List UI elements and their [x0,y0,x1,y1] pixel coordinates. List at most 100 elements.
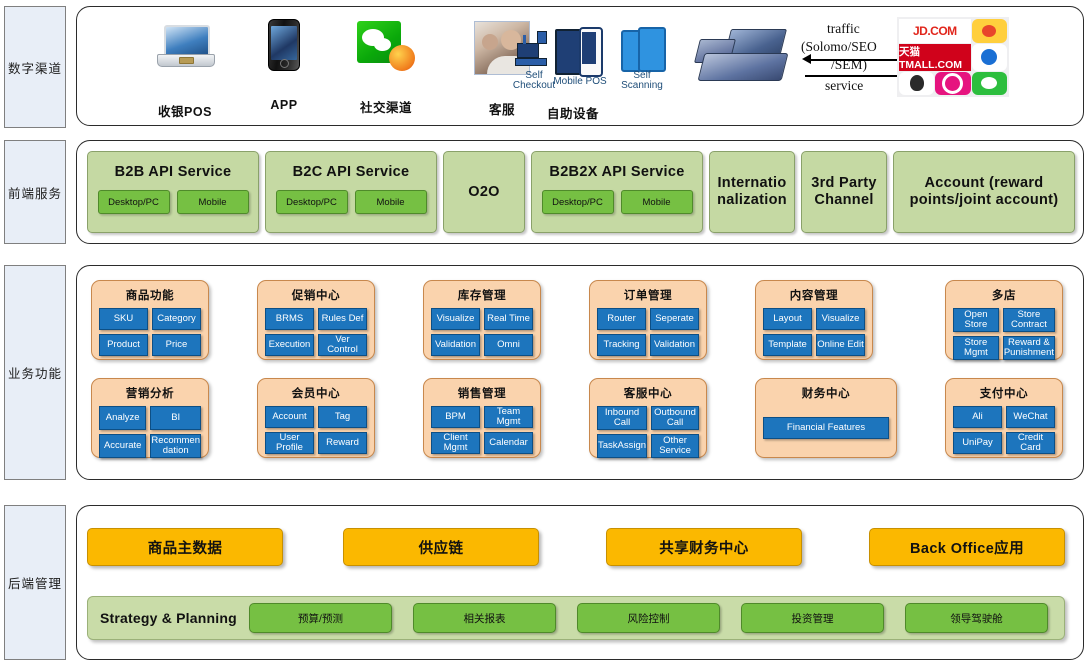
backoffice-box-back-office-app[interactable]: Back Office应用 [869,528,1065,566]
service-sub-mobile[interactable]: Mobile [620,190,693,214]
channel-social[interactable]: 社交渠道 [327,21,445,116]
module-cell[interactable]: TaskAssign [597,434,648,458]
service-box-o2o[interactable]: O2O [443,151,525,233]
module-cell[interactable]: User Profile [265,432,314,454]
module-cell[interactable]: Team Mgmt [484,406,533,428]
module-title: 客服中心 [623,388,673,400]
module-sales-management[interactable]: 销售管理 BPM Team Mgmt Client Mgmt Calendar [423,378,541,458]
module-payment-center[interactable]: 支付中心 Ali WeChat UniPay Credit Card [945,378,1063,458]
module-cell[interactable]: Outbound Call [651,406,699,430]
module-cell[interactable]: BI [150,406,201,430]
module-cell[interactable]: Open Store [953,308,999,332]
module-cell[interactable]: Accurate [99,434,147,458]
service-box-b2b2x-api[interactable]: B2B2X API Service Desktop/PC Mobile [531,151,703,233]
module-cell[interactable]: Validation [650,334,699,356]
strategy-chip-executive-dashboard[interactable]: 领导驾驶舱 [905,603,1048,633]
module-cell[interactable]: Recommen dation [150,434,201,458]
architecture-diagram: 数字渠道 前端服务 业务功能 后端管理 收银POS APP 社交渠道 客服 Se… [0,0,1090,667]
module-cell[interactable]: Store Contract [1002,308,1055,332]
service-box-b2c-api[interactable]: B2C API Service Desktop/PC Mobile [265,151,437,233]
module-cell[interactable]: Rules Def [318,308,367,330]
backoffice-box-master-data[interactable]: 商品主数据 [87,528,283,566]
service-box-third-party-channel[interactable]: 3rd Party Channel [801,151,887,233]
module-cell[interactable]: Visualize [816,308,865,330]
service-sub-mobile[interactable]: Mobile [354,190,427,214]
service-box-internationalization[interactable]: Internatio nalization [709,151,795,233]
service-label: service [825,78,864,93]
module-cell[interactable]: Omni [484,334,533,356]
strategy-chip-budget[interactable]: 预算/预测 [249,603,392,633]
channel-label: APP [270,98,298,112]
channel-app[interactable]: APP [237,19,331,112]
traffic-label-line2: (Solomo/SEO [801,39,877,54]
module-cell[interactable]: Reward & Punishment [1002,336,1055,360]
mobile-pos-icon [555,27,603,77]
module-title: 多店 [991,290,1017,302]
module-cell[interactable]: Router [597,308,646,330]
module-product-functions[interactable]: 商品功能 SKU Category Product Price [91,280,209,360]
service-box-account[interactable]: Account (reward points/joint account) [893,151,1075,233]
module-cell[interactable]: BPM [431,406,480,428]
module-cell[interactable]: Execution [265,334,314,356]
module-customer-service-center[interactable]: 客服中心 Inbound Call Outbound Call TaskAssi… [589,378,707,458]
service-sub-desktop[interactable]: Desktop/PC [97,190,170,214]
service-sub-desktop[interactable]: Desktop/PC [541,190,614,214]
module-cell[interactable]: Reward [318,432,367,454]
module-inventory-management[interactable]: 库存管理 Visualize Real Time Validation Omni [423,280,541,360]
module-cell[interactable]: Account [265,406,314,428]
module-cell[interactable]: Online Edit [816,334,865,356]
backoffice-box-supply-chain[interactable]: 供应链 [343,528,539,566]
strategy-chip-risk-control[interactable]: 风险控制 [577,603,720,633]
service-sub-mobile[interactable]: Mobile [176,190,249,214]
module-multi-store[interactable]: 多店 Open Store Store Contract Store Mgmt … [945,280,1063,360]
pos-terminal-icon [694,27,789,89]
module-cell[interactable]: Calendar [484,432,533,454]
module-title: 财务中心 [801,388,851,400]
module-cell[interactable]: SKU [99,308,148,330]
module-cell[interactable]: Visualize [431,308,480,330]
module-content-management[interactable]: 内容管理 Layout Visualize Template Online Ed… [755,280,873,360]
module-cell[interactable]: Layout [763,308,812,330]
module-cell[interactable]: Seperate [650,308,699,330]
service-box-b2b-api[interactable]: B2B API Service Desktop/PC Mobile [87,151,259,233]
channel-self-service-group[interactable]: Self Checkout Mobile POS Self Scanning 自… [509,21,685,121]
module-finance-center[interactable]: 财务中心 Financial Features [755,378,897,458]
self-checkout-kiosk-icon [515,31,549,71]
module-cell[interactable]: Inbound Call [597,406,648,430]
service-sub-desktop[interactable]: Desktop/PC [275,190,348,214]
strategy-chip-investment[interactable]: 投资管理 [741,603,884,633]
module-cell[interactable]: UniPay [953,432,1002,454]
module-title: 促销中心 [291,290,341,302]
channel-pos[interactable]: 收银POS [129,25,241,120]
module-cell[interactable]: Category [152,308,201,330]
module-cell[interactable]: BRMS [265,308,314,330]
module-title: 库存管理 [457,290,507,302]
module-cell[interactable]: Ver Control [318,334,367,356]
module-cell[interactable]: Tracking [597,334,646,356]
module-cell[interactable]: Real Time [484,308,533,330]
self-scanning-line2: Scanning [621,80,663,92]
module-cell[interactable]: Store Mgmt [953,336,999,360]
rail-label-digital-channels: 数字渠道 [4,6,66,128]
backoffice-box-shared-finance[interactable]: 共享财务中心 [606,528,802,566]
module-cell[interactable]: Analyze [99,406,147,430]
module-title: 支付中心 [979,388,1029,400]
module-cell[interactable]: WeChat [1006,406,1055,428]
module-cell[interactable]: Tag [318,406,367,428]
module-cell[interactable]: Validation [431,334,480,356]
module-cell[interactable]: Other Service [651,434,699,458]
module-order-management[interactable]: 订单管理 Router Seperate Tracking Validation [589,280,707,360]
wechat-weibo-icon [357,21,415,71]
module-cell[interactable]: Financial Features [763,417,889,439]
module-member-center[interactable]: 会员中心 Account Tag User Profile Reward [257,378,375,458]
qq-logo-icon [899,71,935,95]
strategy-chip-reports[interactable]: 相关报表 [413,603,556,633]
module-cell[interactable]: Product [99,334,148,356]
module-cell[interactable]: Template [763,334,812,356]
module-marketing-analysis[interactable]: 营销分析 Analyze BI Accurate Recommen dation [91,378,209,458]
module-promotion-center[interactable]: 促销中心 BRMS Rules Def Execution Ver Contro… [257,280,375,360]
module-cell[interactable]: Ali [953,406,1002,428]
module-cell[interactable]: Price [152,334,201,356]
module-cell[interactable]: Client Mgmt [431,432,480,454]
module-cell[interactable]: Credit Card [1006,432,1055,454]
